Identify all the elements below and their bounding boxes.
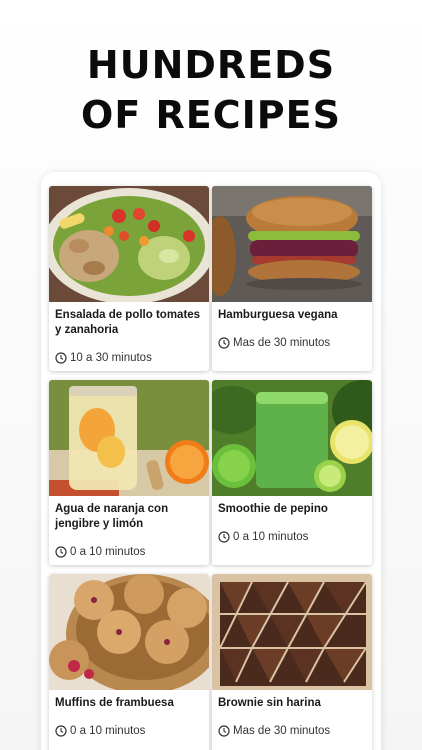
recipe-time: 0 a 10 minutos xyxy=(55,724,145,738)
recipe-card-agua-naranja[interactable]: Agua de naranja con jengibre y limón 0 a… xyxy=(49,380,209,565)
recipe-time-label: 0 a 10 minutos xyxy=(70,546,146,558)
headline: HUNDREDS OF RECIPES xyxy=(0,40,422,140)
recipe-title: Muffins de frambuesa xyxy=(55,697,174,709)
recipe-time-label: 0 a 10 minutos xyxy=(233,531,309,543)
recipe-photo-vegan-burger xyxy=(212,186,372,302)
recipe-photo-brownie xyxy=(212,574,372,690)
recipe-photo-raspberry-muffins xyxy=(49,574,209,690)
headline-line-2: OF RECIPES xyxy=(81,93,341,137)
recipe-card-brownie[interactable]: Brownie sin harina Mas de 30 minutos xyxy=(212,574,372,750)
recipe-time-label: Mas de 30 minutos xyxy=(233,337,331,349)
recipe-title: Ensalada de pollo tomates y zanahoria xyxy=(55,309,201,336)
recipe-card-hamburguesa[interactable]: Hamburguesa vegana Mas de 30 minutos xyxy=(212,186,372,371)
recipe-time: Mas de 30 minutos xyxy=(218,336,330,350)
recipe-time: 0 a 10 minutos xyxy=(55,545,145,559)
recipe-time-label: 0 a 10 minutos xyxy=(70,725,146,737)
clock-icon xyxy=(218,337,230,349)
recipe-card-ensalada[interactable]: Ensalada de pollo tomates y zanahoria 10… xyxy=(49,186,209,371)
recipes-panel: Ensalada de pollo tomates y zanahoria 10… xyxy=(41,172,381,750)
recipe-photo-green-smoothie xyxy=(212,380,372,496)
recipe-time: Mas de 30 minutos xyxy=(218,724,330,738)
clock-icon xyxy=(55,725,67,737)
recipe-title: Agua de naranja con jengibre y limón xyxy=(55,503,169,530)
clock-icon xyxy=(218,725,230,737)
clock-icon xyxy=(55,546,67,558)
recipe-card-muffins[interactable]: Muffins de frambuesa 0 a 10 minutos xyxy=(49,574,209,750)
recipe-photo-chicken-salad xyxy=(49,186,209,302)
recipe-card-smoothie[interactable]: Smoothie de pepino 0 a 10 minutos xyxy=(212,380,372,565)
recipe-time-label: Mas de 30 minutos xyxy=(233,725,331,737)
clock-icon xyxy=(218,531,230,543)
clock-icon xyxy=(55,352,67,364)
recipe-title: Hamburguesa vegana xyxy=(218,309,338,321)
headline-line-1: HUNDREDS xyxy=(86,43,336,87)
recipe-title: Brownie sin harina xyxy=(218,697,321,709)
recipe-time-label: 10 a 30 minutos xyxy=(70,352,152,364)
recipe-time: 0 a 10 minutos xyxy=(218,530,308,544)
recipe-time: 10 a 30 minutos xyxy=(55,351,152,365)
recipe-photo-orange-water xyxy=(49,380,209,496)
recipe-title: Smoothie de pepino xyxy=(218,503,328,515)
